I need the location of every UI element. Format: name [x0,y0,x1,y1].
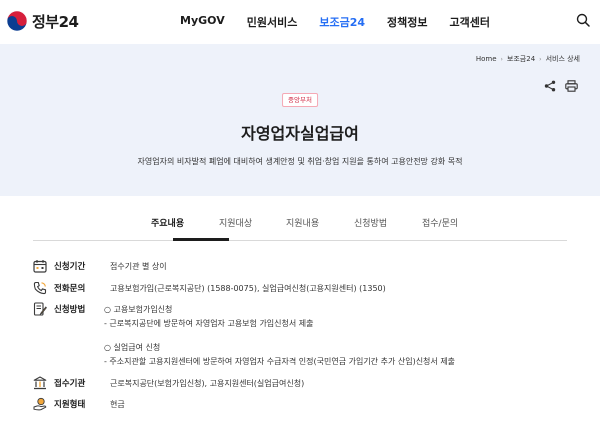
info-value-support-type: 현금 [110,399,125,409]
nav-item-subsidy[interactable]: 보조금24 [319,14,365,30]
info-row-support-type: 지원형태 현금 [33,397,125,411]
tab-support-content[interactable]: 지원내용 [286,216,319,229]
breadcrumb-subsidy[interactable]: 보조금24 [507,54,535,64]
breadcrumb-home[interactable]: Home [476,55,497,63]
info-row-period: 신청기간 접수기관 별 상이 [33,259,167,273]
method-line-2: - 근로복지공단에 방문하여 자영업자 고용보험 가입신청서 제출 [104,319,314,328]
nav-item-mygov[interactable]: MyGOV [180,14,225,30]
info-row-agency: 접수기관 근로복지공단(보험가입신청), 고용지원센터(실업급여신청) [33,376,304,390]
info-value-phone: 고용보험가입(근로복지공단) (1588-0075), 실업급여신청(고용지원센… [110,283,386,293]
info-label-support-type: 지원형태 [54,400,86,410]
page-description: 자영업자의 비자발적 폐업에 대비하여 생계안정 및 취업·창업 지원을 통하여… [137,157,463,166]
content-tabs: 주요내용 지원대상 지원내용 신청방법 접수/문의 [33,213,567,241]
tab-eligibility[interactable]: 지원대상 [219,216,252,229]
nav-item-customer-center[interactable]: 고객센터 [449,14,489,30]
site-header: 정부24 MyGOV 민원서비스 보조금24 정책정보 고객센터 [0,0,600,44]
info-label-period: 신청기간 [54,262,86,272]
info-row-phone: 전화문의 고용보험가입(근로복지공단) (1588-0075), 실업급여신청(… [33,281,386,295]
tab-contact[interactable]: 접수/문의 [422,216,458,229]
breadcrumb-separator-icon: › [500,55,503,63]
department-badge: 중앙부처 [282,93,318,107]
nav-item-policy-info[interactable]: 정책정보 [387,14,427,30]
tab-application-method[interactable]: 신청방법 [354,216,387,229]
print-icon[interactable] [565,80,578,92]
main-nav: MyGOV 민원서비스 보조금24 정책정보 고객센터 [180,14,512,30]
logo-text: 정부24 [32,12,79,31]
info-label-phone: 전화문의 [54,284,86,294]
breadcrumb: Home › 보조금24 › 서비스 상세 [476,54,580,64]
phone-icon [33,281,47,295]
breadcrumb-separator-icon: › [539,55,542,63]
service-hero: Home › 보조금24 › 서비스 상세 중앙부처 자영업자실업급여 자영업자… [0,44,600,196]
method-line-3: ○ 실업급여 신청 [104,343,161,352]
breadcrumb-current: 서비스 상세 [545,55,580,63]
info-value-period: 접수기관 별 상이 [110,261,167,271]
info-row-method: 신청방법 [33,302,110,316]
building-icon [33,376,47,390]
method-line-4: - 주소지관할 고용지원센터에 방문하여 자영업자 수급자격 인정(국민연금 가… [104,357,456,366]
nav-item-civil-service[interactable]: 민원서비스 [247,14,298,30]
page-title: 자영업자실업급여 [241,124,359,143]
info-label-method: 신청방법 [54,305,86,315]
tab-main-content[interactable]: 주요내용 [151,216,184,229]
site-logo[interactable]: 정부24 [6,10,79,32]
document-pen-icon [33,302,47,316]
info-label-agency: 접수기관 [54,379,86,389]
calendar-icon [33,260,47,273]
cash-hand-icon [33,397,47,411]
info-value-agency: 근로복지공단(보험가입신청), 고용지원센터(실업급여신청) [110,378,305,388]
share-icon[interactable] [544,80,556,92]
method-line-1: ○ 고용보험가입신청 [104,305,173,314]
active-tab-indicator [173,238,229,241]
taegeuk-logo-icon [6,10,28,32]
search-icon[interactable] [576,13,590,27]
